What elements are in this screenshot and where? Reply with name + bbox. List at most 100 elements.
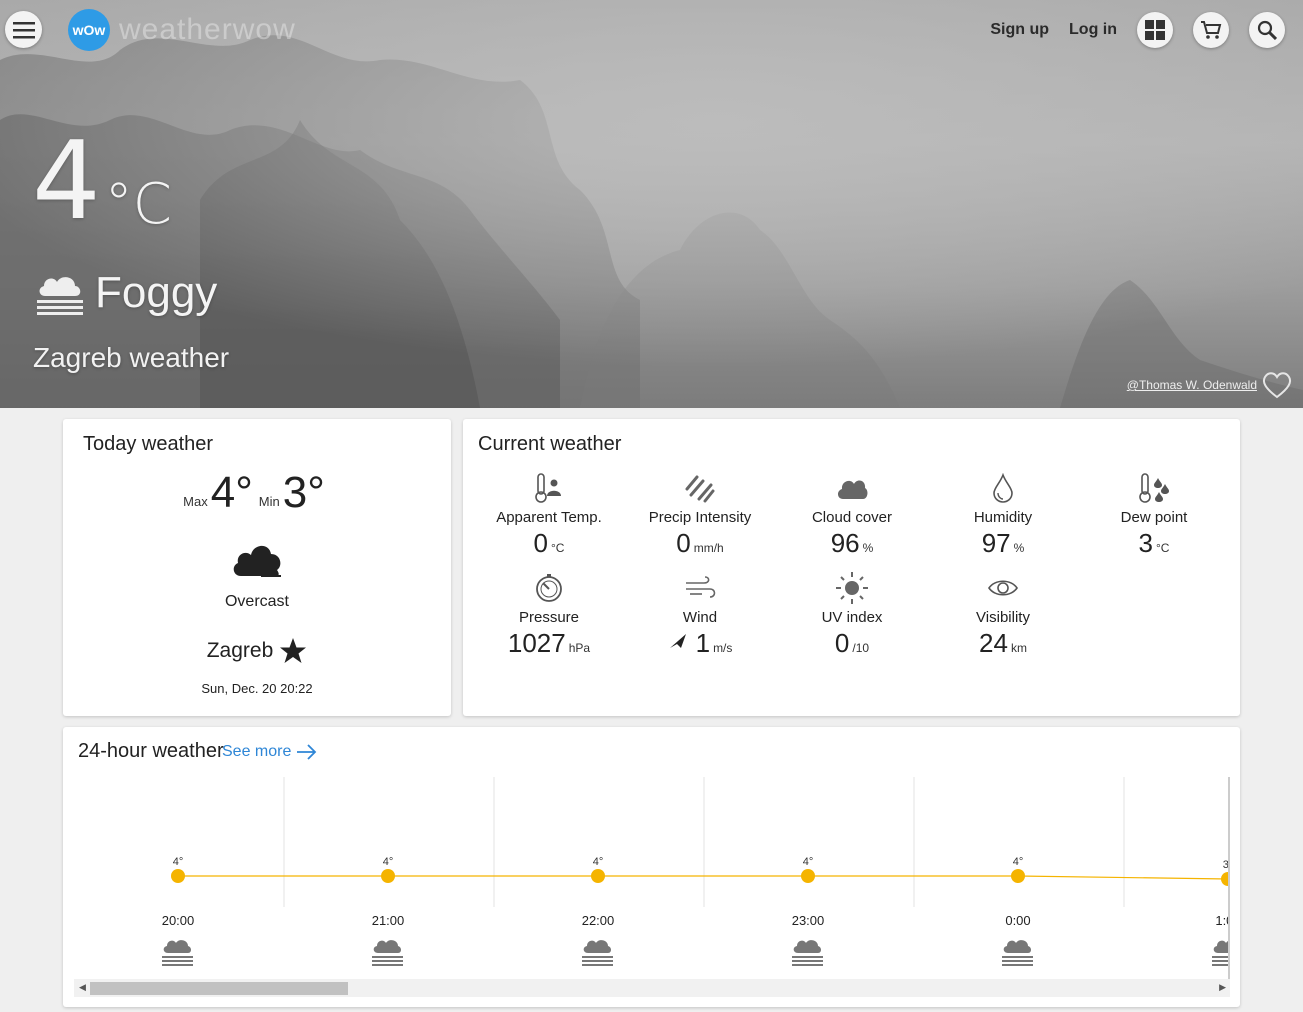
star-icon[interactable] bbox=[279, 637, 307, 665]
hourly-title: 24-hour weather bbox=[78, 740, 224, 762]
temperature-line bbox=[178, 875, 1228, 880]
metric-unit: hPa bbox=[568, 641, 591, 655]
fog-icon bbox=[1212, 940, 1228, 966]
signup-link[interactable]: Sign up bbox=[990, 21, 1049, 39]
metric-precip-intensity: Precip Intensity 0 mm/h bbox=[625, 471, 775, 559]
temperature-point[interactable] bbox=[381, 869, 395, 883]
metric-name: Visibility bbox=[976, 609, 1030, 626]
hero-banner: wOw weatherwow Sign up Log in 4 °C Foggy… bbox=[0, 0, 1303, 408]
metric-value: 0 bbox=[834, 628, 850, 658]
horizontal-scrollbar[interactable]: ◀ ▶ bbox=[74, 979, 1230, 997]
city-name: Zagreb bbox=[206, 639, 274, 662]
hour-label: 23:00 bbox=[792, 913, 825, 928]
login-link[interactable]: Log in bbox=[1069, 21, 1117, 39]
temperature-point[interactable] bbox=[1221, 872, 1230, 886]
temperature-value: 4 bbox=[32, 119, 101, 244]
drop-icon bbox=[993, 473, 1013, 503]
current-condition: Foggy bbox=[35, 268, 217, 318]
condition-text: Foggy bbox=[95, 268, 218, 317]
fog-icon bbox=[162, 940, 193, 966]
today-location: Zagreb bbox=[63, 637, 451, 665]
wind-icon bbox=[686, 576, 716, 598]
photo-credit-link[interactable]: @Thomas W. Odenwald bbox=[1127, 378, 1257, 392]
hour-label: 0:00 bbox=[1005, 913, 1030, 928]
metric-wind: Wind 1 m/s bbox=[625, 571, 775, 659]
thermometer-person-icon bbox=[535, 473, 561, 503]
metric-value: 1027 bbox=[507, 628, 566, 658]
top-nav: Sign up Log in bbox=[990, 12, 1285, 48]
gauge-icon bbox=[536, 574, 562, 602]
scroll-right-arrow-icon[interactable]: ▶ bbox=[1219, 982, 1226, 993]
temperature-point[interactable] bbox=[1011, 869, 1025, 883]
hour-label: 20:00 bbox=[162, 913, 195, 928]
current-weather-card: Current weather Apparent Temp. 0 °C Preci… bbox=[463, 419, 1240, 716]
temperature-label: 4° bbox=[803, 856, 814, 868]
fog-icon bbox=[1002, 940, 1033, 966]
metric-unit: °C bbox=[551, 541, 565, 555]
metric-value: 24 bbox=[979, 628, 1008, 658]
metric-unit: % bbox=[862, 541, 874, 555]
max-label: Max bbox=[183, 494, 208, 509]
temperature-label: 4° bbox=[593, 856, 604, 868]
cloud-icon bbox=[837, 480, 868, 499]
see-more-link[interactable]: See more bbox=[222, 743, 318, 761]
metric-name: Humidity bbox=[973, 509, 1033, 526]
hourly-weather-card: 24-hour weather See more 4° 20:00 4° 21:00 4… bbox=[63, 727, 1240, 1007]
fog-icon bbox=[792, 940, 823, 966]
metric-apparent-temp: Apparent Temp. 0 °C bbox=[474, 471, 624, 559]
menu-icon bbox=[12, 21, 35, 38]
max-value: 4° bbox=[210, 468, 253, 517]
logo[interactable]: wOw weatherwow bbox=[68, 9, 296, 51]
search-icon bbox=[1257, 20, 1277, 40]
temperature-point[interactable] bbox=[171, 869, 185, 883]
search-button[interactable] bbox=[1249, 12, 1285, 48]
sun-icon bbox=[836, 572, 868, 604]
metric-name: UV index bbox=[821, 609, 883, 626]
metric-name: Cloud cover bbox=[811, 509, 893, 526]
max-min-temps: Max 4° Min 3° bbox=[63, 471, 451, 515]
metric-value: 0 bbox=[533, 528, 548, 558]
current-temperature: 4 °C bbox=[32, 119, 172, 244]
hour-label: 1:00 bbox=[1215, 913, 1230, 928]
scroll-thumb[interactable] bbox=[90, 982, 348, 995]
cart-icon bbox=[1201, 21, 1222, 39]
temperature-point[interactable] bbox=[801, 869, 815, 883]
metric-dew-point: Dew point 3 °C bbox=[1079, 471, 1229, 559]
see-more-label: See more bbox=[222, 743, 292, 760]
metric-unit: m/s bbox=[713, 641, 733, 655]
logo-text: weatherwow bbox=[119, 13, 296, 46]
menu-button[interactable] bbox=[5, 11, 42, 48]
apps-button[interactable] bbox=[1137, 12, 1173, 48]
metric-humidity: Humidity 97% bbox=[928, 471, 1078, 559]
logo-badge: wOw bbox=[68, 9, 110, 51]
arrow-right-icon bbox=[297, 744, 317, 760]
metric-value: 97 bbox=[981, 528, 1011, 558]
fog-icon bbox=[582, 940, 613, 966]
hour-label: 21:00 bbox=[372, 913, 405, 928]
metric-unit: /10 bbox=[852, 641, 870, 655]
scroll-left-arrow-icon[interactable]: ◀ bbox=[79, 982, 86, 993]
metric-name: Apparent Temp. bbox=[496, 509, 602, 526]
metric-value: 0 bbox=[676, 528, 691, 558]
temperature-point[interactable] bbox=[591, 869, 605, 883]
heart-icon[interactable] bbox=[1261, 370, 1293, 400]
fog-icon bbox=[37, 277, 83, 315]
city-weather-title: Zagreb weather bbox=[33, 342, 230, 373]
metric-unit: km bbox=[1010, 641, 1027, 655]
today-condition: Overcast bbox=[224, 593, 289, 610]
temperature-label: 4° bbox=[1013, 856, 1024, 868]
metric-unit: mm/h bbox=[693, 541, 724, 555]
metric-unit: °C bbox=[1156, 541, 1170, 555]
metric-name: Pressure bbox=[518, 609, 580, 626]
cart-button[interactable] bbox=[1193, 12, 1229, 48]
metric-uv-index: UV index 0/10 bbox=[777, 571, 927, 659]
temperature-label: 4° bbox=[173, 856, 184, 868]
grid-icon bbox=[1145, 20, 1165, 40]
hourly-chart: 4° 20:00 4° 21:00 4° 22:00 4° 23:00 4° 0:00 3° 1:00 bbox=[74, 777, 1230, 982]
thermometer-drops-icon bbox=[1139, 473, 1169, 503]
metric-name: Wind bbox=[682, 609, 718, 626]
metric-name: Dew point bbox=[1120, 509, 1188, 526]
current-title: Current weather bbox=[478, 433, 622, 455]
temperature-label: 4° bbox=[383, 856, 394, 868]
metric-pressure: Pressure 1027 hPa bbox=[474, 571, 624, 659]
